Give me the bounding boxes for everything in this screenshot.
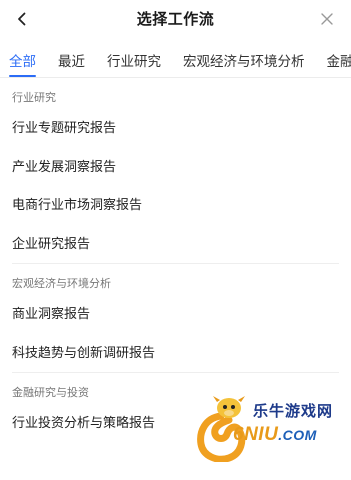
section-macro-economy: 宏观经济与环境分析 商业洞察报告 科技趋势与创新调研报告 <box>0 264 351 372</box>
page-title: 选择工作流 <box>136 10 215 28</box>
list-item[interactable]: 行业投资分析与策略报告 <box>12 404 339 443</box>
section-industry-research: 行业研究 行业专题研究报告 产业发展洞察报告 电商行业市场洞察报告 企业研究报告 <box>0 78 351 263</box>
section-title: 金融研究与投资 <box>12 387 89 399</box>
tab-macro-economy[interactable]: 宏观经济与环境分析 <box>183 40 305 77</box>
tab-all[interactable]: 全部 <box>9 40 36 77</box>
section-finance-investment: 金融研究与投资 行业投资分析与策略报告 <box>0 373 351 443</box>
tab-finance-investment[interactable]: 金融研究与投资 <box>327 40 351 77</box>
list-item[interactable]: 电商行业市场洞察报告 <box>12 186 339 225</box>
list-item[interactable]: 行业专题研究报告 <box>12 109 339 148</box>
list-item[interactable]: 科技趋势与创新调研报告 <box>12 334 339 373</box>
section-title: 宏观经济与环境分析 <box>12 278 111 290</box>
workflow-picker: 选择工作流 全部 最近 行业研究 宏观经济与环境分析 金融研究与投资 行业研究 … <box>0 0 351 480</box>
section-title: 行业研究 <box>12 92 56 104</box>
tab-recent[interactable]: 最近 <box>58 40 85 77</box>
tab-industry-research[interactable]: 行业研究 <box>107 40 161 77</box>
header: 选择工作流 <box>0 0 351 40</box>
tab-bar: 全部 最近 行业研究 宏观经济与环境分析 金融研究与投资 <box>0 40 351 78</box>
list-item[interactable]: 企业研究报告 <box>12 225 339 264</box>
close-button[interactable] <box>317 9 337 29</box>
list-item[interactable]: 商业洞察报告 <box>12 295 339 334</box>
close-icon <box>321 13 333 25</box>
chevron-left-icon <box>18 12 26 26</box>
list-item[interactable]: 产业发展洞察报告 <box>12 148 339 187</box>
back-button[interactable] <box>11 8 33 30</box>
